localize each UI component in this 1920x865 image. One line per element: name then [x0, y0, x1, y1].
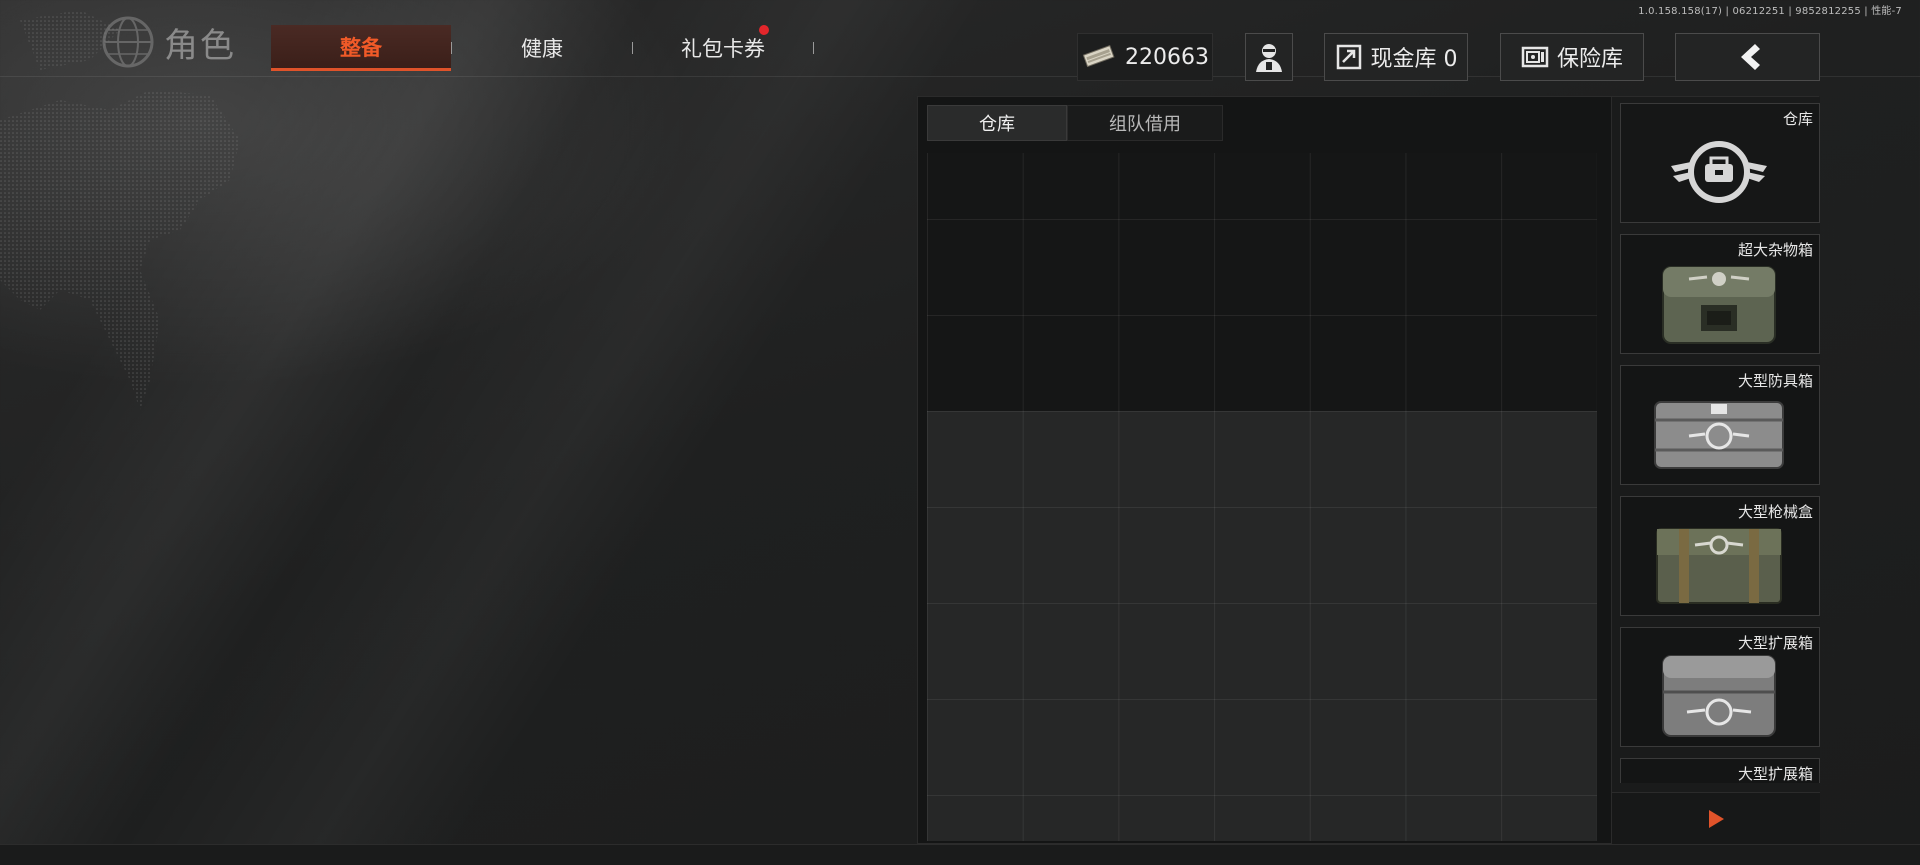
container-label: 仓库: [1782, 110, 1813, 128]
tab-warehouse[interactable]: 仓库: [927, 105, 1067, 141]
orange-play-arrow-icon: [1709, 810, 1724, 828]
tab-divider: [813, 42, 814, 54]
tab-gift-coupons-label: 礼包卡券: [681, 37, 765, 61]
cash-vault-icon: [1336, 44, 1361, 70]
olive-storage-box-icon: [1662, 266, 1776, 344]
container-card-large-armor-box[interactable]: 大型防具箱: [1620, 365, 1820, 485]
tab-equipment-label: 整备: [340, 35, 382, 60]
tab-gift-coupons[interactable]: 礼包卡券: [633, 25, 813, 71]
character-profile-button[interactable]: [1245, 33, 1293, 81]
warehouse-wing-emblem-icon: [1671, 141, 1767, 203]
olive-weapon-case-icon: [1656, 528, 1782, 604]
tab-health[interactable]: 健康: [452, 25, 632, 71]
container-card-warehouse[interactable]: 仓库: [1620, 103, 1820, 223]
silver-expansion-box-icon: [1662, 655, 1776, 737]
container-list[interactable]: 仓库 超大杂物箱 大型防具箱 大型枪械盒 大型扩展箱 大型扩展箱: [1620, 103, 1820, 783]
back-arrow-icon: [1740, 44, 1760, 70]
tab-equipment[interactable]: 整备: [271, 25, 451, 71]
container-card-large-expansion-box[interactable]: 大型扩展箱: [1620, 627, 1820, 747]
bottom-strip: [0, 844, 1920, 865]
top-header: 角色 整备 健康 礼包卡券 220663 现金库 0 保险库: [0, 12, 1920, 81]
role-title: 角色: [100, 16, 236, 68]
safe-button[interactable]: 保险库: [1500, 33, 1644, 81]
tab-warehouse-label: 仓库: [979, 114, 1015, 135]
currency-value: 220663: [1125, 44, 1209, 70]
warehouse-subtabs: 仓库 组队借用: [927, 105, 1223, 141]
cash-vault-label: 现金库 0: [1370, 47, 1458, 72]
notification-dot: [759, 25, 769, 35]
safe-icon: [1521, 46, 1549, 68]
role-label: 角色: [164, 25, 236, 66]
main-tabs: 整备 健康 礼包卡券: [271, 25, 814, 71]
container-card-large-weapon-box[interactable]: 大型枪械盒: [1620, 496, 1820, 616]
tab-team-borrow-label: 组队借用: [1109, 114, 1181, 135]
container-sidebar: 仓库 超大杂物箱 大型防具箱 大型枪械盒 大型扩展箱 大型扩展箱: [1611, 97, 1820, 845]
currency-display[interactable]: 220663: [1077, 33, 1213, 81]
silver-armor-case-icon: [1654, 401, 1784, 469]
inventory-grid-lines: [927, 153, 1597, 841]
back-button[interactable]: [1675, 33, 1820, 81]
tab-team-borrow[interactable]: 组队借用: [1067, 105, 1223, 141]
cash-stack-icon: [1082, 44, 1115, 68]
globe-icon: [102, 16, 154, 68]
operator-avatar-icon: [1256, 44, 1282, 72]
silver-expansion-box-icon: [1649, 773, 1789, 783]
inventory-grid[interactable]: [927, 153, 1597, 841]
container-card-large-expansion-box[interactable]: 大型扩展箱: [1620, 758, 1820, 783]
safe-label: 保险库: [1556, 47, 1623, 72]
container-card-extra-large-misc-box[interactable]: 超大杂物箱: [1620, 234, 1820, 354]
warehouse-panel: 仓库 组队借用 仓库 超大杂物箱 大型防具箱 大型枪械盒 大型扩展箱 大型扩展箱: [917, 96, 1820, 845]
tab-health-label: 健康: [521, 37, 563, 61]
next-page-button[interactable]: [1612, 792, 1820, 845]
cash-vault-button[interactable]: 现金库 0: [1324, 33, 1468, 81]
